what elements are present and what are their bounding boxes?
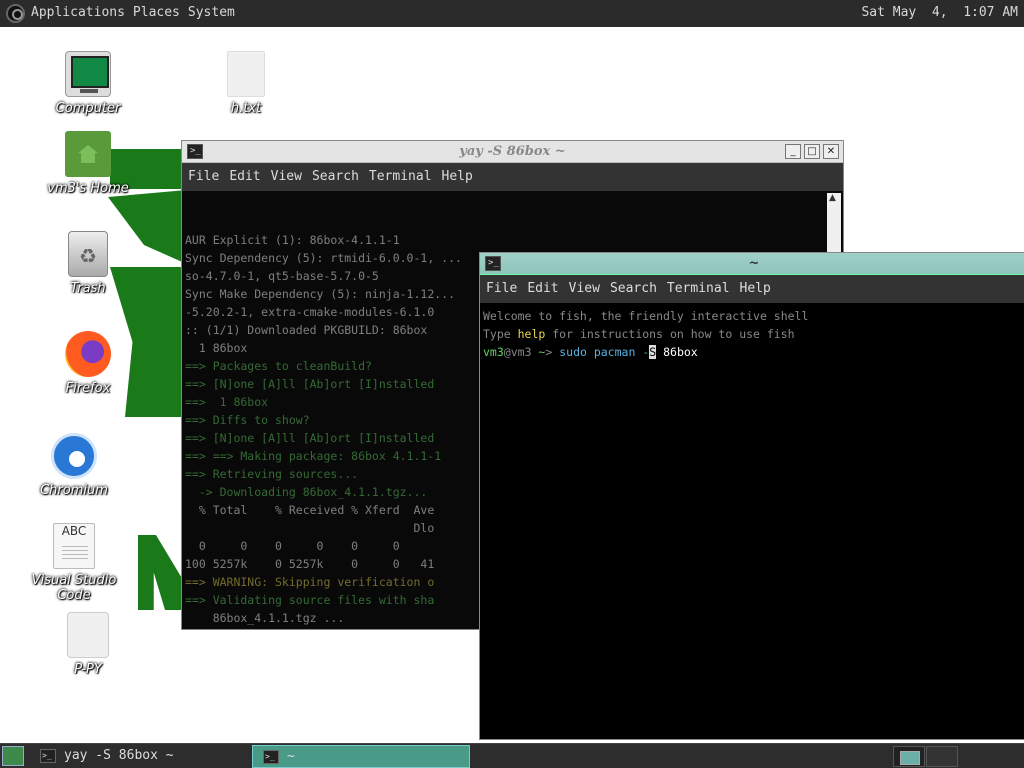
command-arg: - bbox=[635, 345, 650, 359]
menu-terminal[interactable]: Terminal bbox=[369, 169, 432, 185]
show-desktop-button[interactable] bbox=[2, 746, 24, 766]
taskbar-item-label: yay -S 86box ~ bbox=[64, 748, 174, 763]
maximize-button[interactable]: □ bbox=[804, 144, 820, 159]
prompt-dir: ~ bbox=[531, 345, 546, 359]
terminal-icon: >_ bbox=[40, 749, 56, 763]
clock[interactable]: Sat May 4, 1:07 AM bbox=[861, 5, 1018, 20]
help-line-text: Type bbox=[483, 327, 518, 341]
desktop-icon-label: vm3's Home bbox=[47, 181, 129, 196]
firefox-icon bbox=[65, 331, 111, 377]
prompt-symbol: > bbox=[545, 345, 560, 359]
help-command: help bbox=[517, 327, 546, 341]
desktop-icon-label: P-PY bbox=[74, 662, 102, 677]
desktop-icon-label: Firefox bbox=[65, 381, 111, 396]
taskbar-item-label: ~ bbox=[287, 749, 295, 764]
menu-edit[interactable]: Edit bbox=[229, 169, 260, 185]
wallpaper-shape bbox=[138, 535, 183, 610]
window-titlebar[interactable]: >_ ~ bbox=[480, 253, 1024, 275]
desktop-icon-computer[interactable]: Computer bbox=[28, 51, 148, 116]
desktop-icon-h-txt[interactable]: h.txt bbox=[186, 51, 306, 116]
desktop-icon-label: Computer bbox=[55, 101, 121, 116]
menu-search[interactable]: Search bbox=[610, 281, 657, 297]
menu-search[interactable]: Search bbox=[312, 169, 359, 185]
prompt-at: @ bbox=[503, 345, 511, 359]
window-title: yay -S 86box ~ bbox=[459, 144, 566, 159]
menu-terminal[interactable]: Terminal bbox=[667, 281, 730, 297]
prompt-user: vm3 bbox=[483, 345, 504, 359]
menubar: File Edit View Search Terminal Help bbox=[480, 275, 1024, 303]
terminal-window-home[interactable]: >_ ~ File Edit View Search Terminal Help… bbox=[479, 252, 1024, 740]
help-line-text: for instructions on how to use fish bbox=[545, 327, 795, 341]
minimize-button[interactable]: _ bbox=[785, 144, 801, 159]
text-file-icon bbox=[227, 51, 265, 97]
prompt-line[interactable]: vm3@vm3 ~> sudo pacman -S 86box bbox=[483, 343, 1024, 361]
desktop-icon-label: Visual Studio Code bbox=[31, 573, 117, 603]
trash-icon bbox=[68, 231, 108, 277]
terminal-output[interactable]: Welcome to fish, the friendly interactiv… bbox=[480, 303, 1024, 739]
distro-logo-icon[interactable] bbox=[6, 4, 25, 23]
menu-file[interactable]: File bbox=[188, 169, 219, 185]
menubar: File Edit View Search Terminal Help bbox=[182, 163, 843, 191]
help-line: Type help for instructions on how to use… bbox=[483, 325, 1024, 343]
command-text: sudo pacman bbox=[559, 345, 636, 359]
menu-help[interactable]: Help bbox=[740, 281, 771, 297]
applications-menu[interactable]: Applications bbox=[31, 5, 125, 20]
menu-view[interactable]: View bbox=[271, 169, 302, 185]
menu-file[interactable]: File bbox=[486, 281, 517, 297]
welcome-line: Welcome to fish, the friendly interactiv… bbox=[483, 309, 809, 323]
window-titlebar[interactable]: >_ yay -S 86box ~ _ □ ✕ bbox=[182, 141, 843, 163]
desktop-icon-vscode[interactable]: ABC Visual Studio Code bbox=[14, 523, 134, 603]
desktop-icon-p-py[interactable]: P-PY bbox=[28, 612, 148, 677]
blank-file-icon bbox=[67, 612, 109, 658]
command-arg: 86box bbox=[656, 345, 698, 359]
taskbar-item-yay[interactable]: >_ yay -S 86box ~ bbox=[30, 745, 250, 768]
taskbar: >_ yay -S 86box ~ >_ ~ bbox=[0, 743, 1024, 768]
desktop-icon-trash[interactable]: Trash bbox=[28, 231, 148, 296]
taskbar-item-home[interactable]: >_ ~ bbox=[252, 745, 470, 768]
desktop-icon-label: Trash bbox=[70, 281, 106, 296]
places-menu[interactable]: Places bbox=[133, 5, 180, 20]
desktop-icon-label: Chromium bbox=[40, 483, 108, 498]
menu-view[interactable]: View bbox=[569, 281, 600, 297]
desktop-icon-label: h.txt bbox=[230, 101, 262, 116]
workspace-switcher-2[interactable] bbox=[926, 746, 958, 767]
terminal-line: AUR Explicit (1): 86box-4.1.1-1 bbox=[185, 233, 400, 247]
desktop-icon-home[interactable]: vm3's Home bbox=[28, 131, 148, 196]
desktop-icon-firefox[interactable]: Firefox bbox=[28, 331, 148, 396]
top-panel: Applications Places System Sat May 4, 1:… bbox=[0, 0, 1024, 27]
text-editor-icon: ABC bbox=[53, 523, 95, 569]
workspace-switcher-1[interactable] bbox=[893, 746, 925, 767]
desktop-icon-chromium[interactable]: Chromium bbox=[14, 433, 134, 498]
system-menu[interactable]: System bbox=[188, 5, 235, 20]
menu-edit[interactable]: Edit bbox=[527, 281, 558, 297]
window-title: ~ bbox=[748, 256, 760, 271]
close-button[interactable]: ✕ bbox=[823, 144, 839, 159]
home-folder-icon bbox=[65, 131, 111, 177]
terminal-icon: >_ bbox=[263, 750, 279, 764]
menu-help[interactable]: Help bbox=[442, 169, 473, 185]
chromium-icon bbox=[51, 433, 97, 479]
prompt-host: vm3 bbox=[510, 345, 532, 359]
computer-icon bbox=[65, 51, 111, 97]
